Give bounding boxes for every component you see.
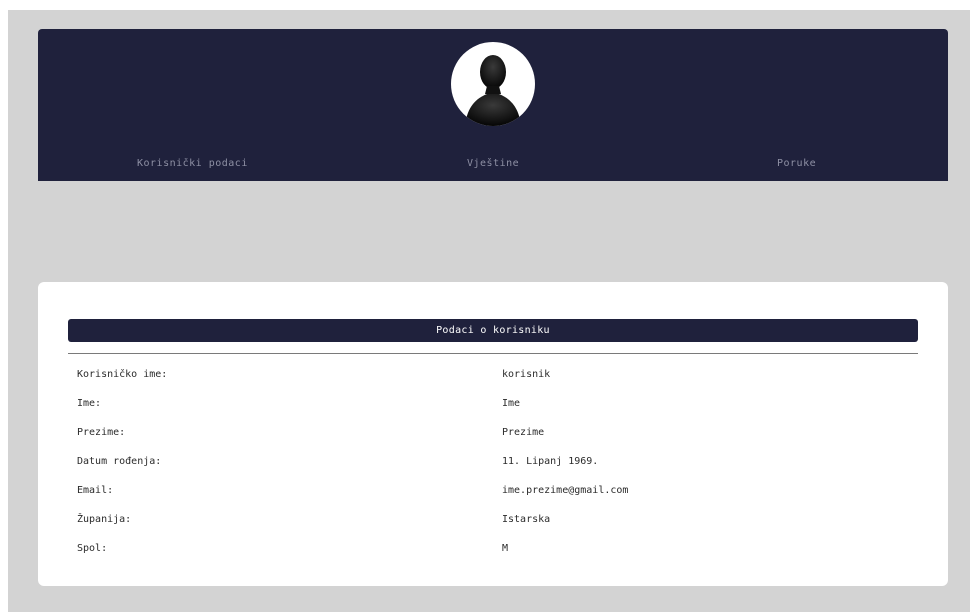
field-label-birth-date: Datum rođenja: <box>77 456 162 467</box>
tab-messages[interactable]: Poruke <box>777 158 816 169</box>
field-value-last-name: Prezime <box>502 427 545 438</box>
section-title: Podaci o korisniku <box>68 319 918 342</box>
tab-user-data[interactable]: Korisnički podaci <box>137 158 248 169</box>
field-value-birth-date: 11. Lipanj 1969. <box>502 456 599 467</box>
field-label-gender: Spol: <box>77 543 108 554</box>
field-value-email: ime.prezime@gmail.com <box>502 485 629 496</box>
avatar <box>451 42 535 126</box>
tab-skills[interactable]: Vještine <box>467 158 519 169</box>
field-value-gender: M <box>502 543 509 554</box>
user-info-card: Podaci o korisniku Korisničko ime: koris… <box>38 282 948 586</box>
field-value-username: korisnik <box>502 369 551 380</box>
field-label-first-name: Ime: <box>77 398 102 409</box>
field-label-county: Županija: <box>77 514 132 525</box>
field-label-email: Email: <box>77 485 114 496</box>
divider <box>68 353 918 354</box>
field-label-last-name: Prezime: <box>77 427 126 438</box>
field-value-county: Istarska <box>502 514 551 525</box>
user-silhouette-icon <box>465 55 521 126</box>
field-label-username: Korisničko ime: <box>77 369 168 380</box>
field-value-first-name: Ime <box>502 398 521 409</box>
